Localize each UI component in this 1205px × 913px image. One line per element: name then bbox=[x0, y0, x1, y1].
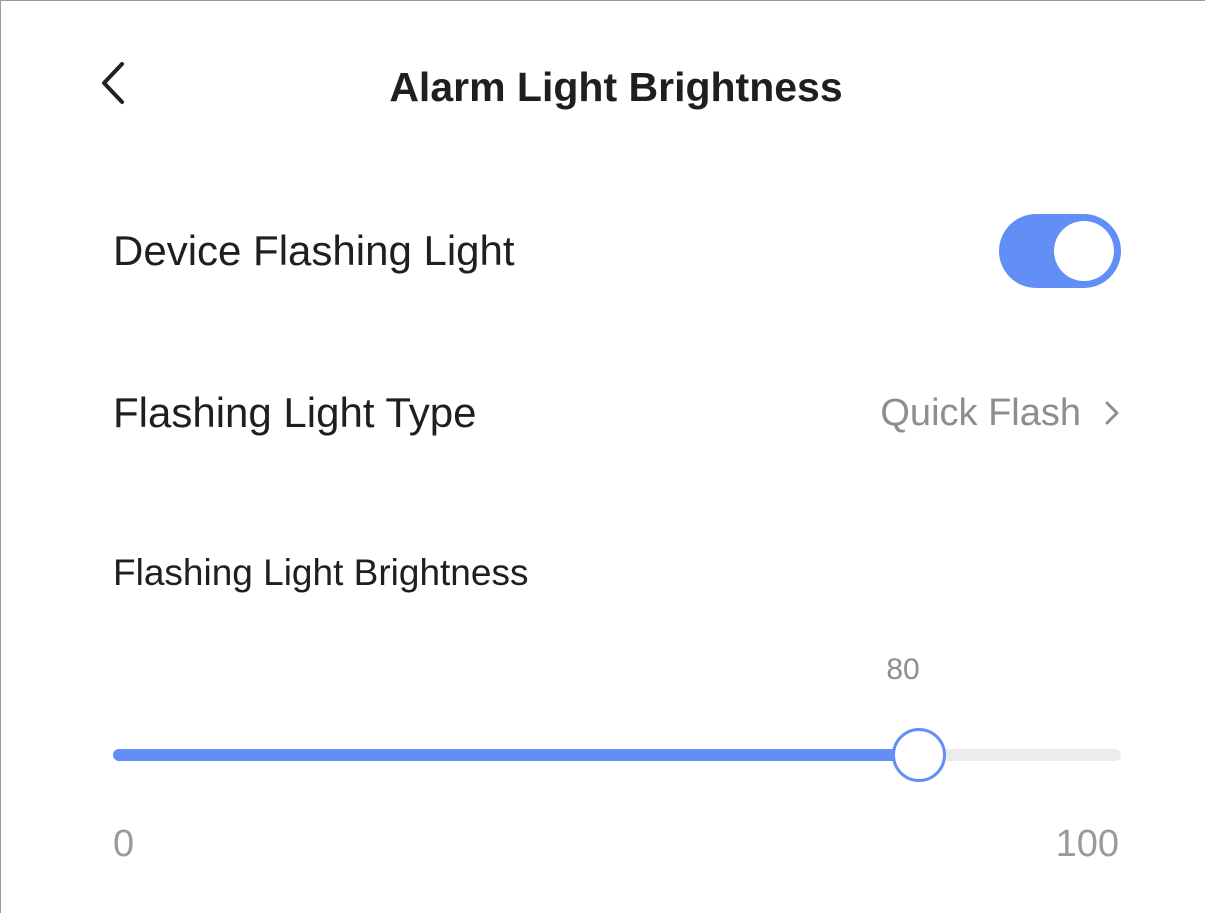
slider-thumb[interactable] bbox=[892, 728, 947, 782]
flashing-light-type-label: Flashing Light Type bbox=[113, 389, 477, 436]
device-flashing-light-label: Device Flashing Light bbox=[113, 227, 515, 274]
slider-max-label: 100 bbox=[1055, 823, 1119, 865]
toggle-knob bbox=[1054, 221, 1114, 281]
brightness-section-title: Flashing Light Brightness bbox=[113, 552, 529, 593]
page-title: Alarm Light Brightness bbox=[389, 64, 843, 110]
chevron-right-icon bbox=[1103, 399, 1121, 427]
flashing-light-type-value: Quick Flash bbox=[880, 391, 1081, 434]
app-frame: Alarm Light Brightness Device Flashing L… bbox=[0, 0, 1205, 913]
brightness-value-label: 80 bbox=[886, 653, 920, 686]
brightness-slider[interactable] bbox=[113, 725, 1121, 785]
device-flashing-light-toggle[interactable] bbox=[999, 214, 1121, 288]
device-flashing-light-row: Device Flashing Light bbox=[113, 206, 1121, 296]
flashing-light-type-value-group: Quick Flash bbox=[880, 392, 1121, 435]
slider-fill bbox=[113, 749, 920, 761]
slider-min-label: 0 bbox=[113, 823, 135, 865]
flashing-light-type-row[interactable]: Flashing Light Type Quick Flash bbox=[113, 367, 1121, 459]
